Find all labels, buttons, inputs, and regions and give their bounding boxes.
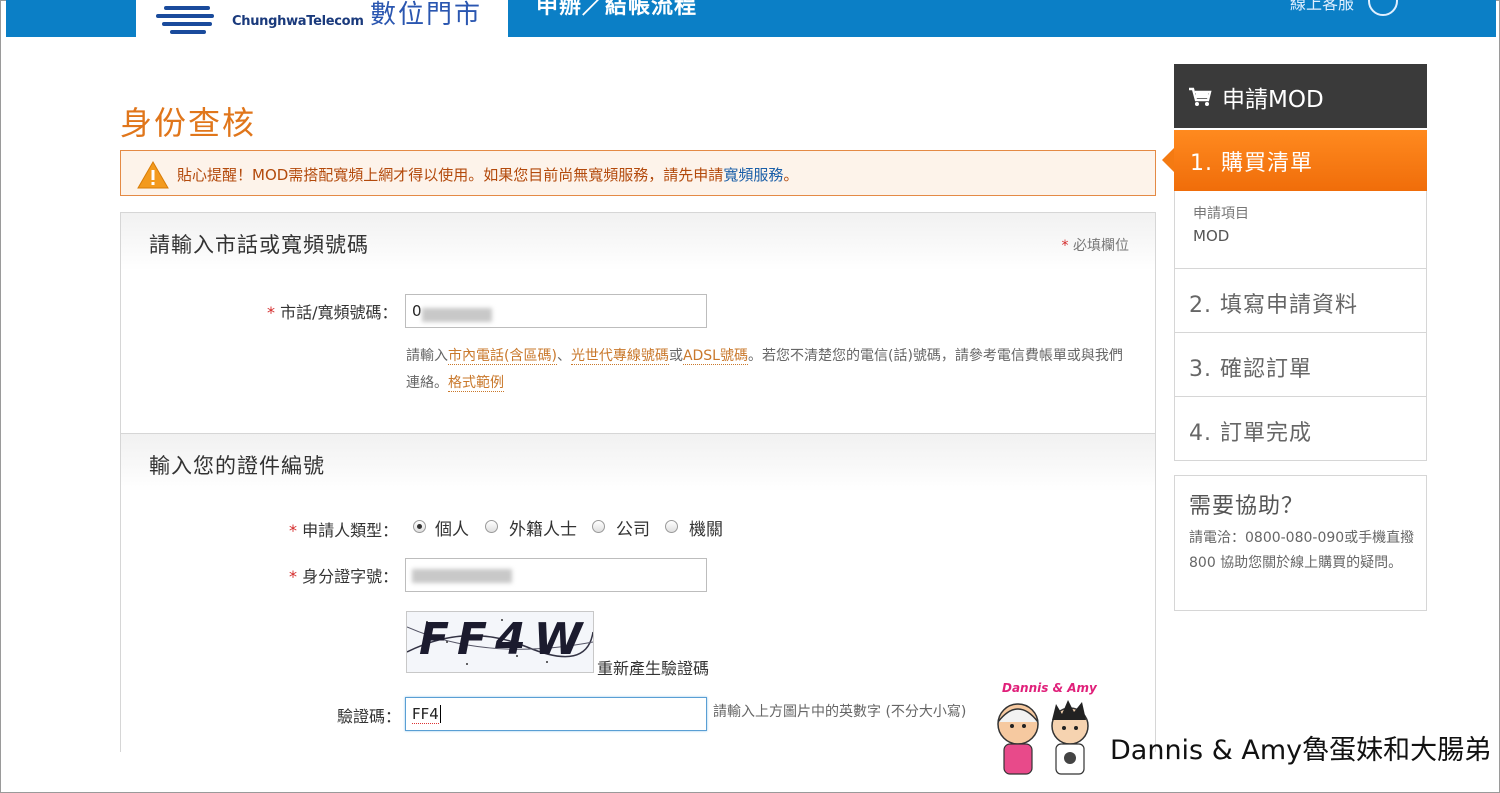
order-item-value: MOD	[1193, 227, 1230, 245]
captcha-label: 驗證碼：	[337, 707, 402, 726]
sidebar-step-4[interactable]: 4. 訂單完成	[1174, 397, 1427, 461]
sidebar-step-2[interactable]: 2. 填寫申請資料	[1174, 269, 1427, 333]
applicant-type-label-text: 申請人類型：	[302, 521, 399, 540]
captcha-hint: 請輸入上方圖片中的英數字 (不分大小寫)	[713, 704, 967, 720]
section-phone-header: 請輸入市話或寬頻號碼 * 必填欄位	[121, 213, 1155, 271]
applicant-type-label: * 申請人類型：	[289, 521, 399, 540]
radio-company[interactable]	[592, 520, 605, 533]
captcha-text: FF4W	[419, 614, 591, 665]
text-cursor	[439, 705, 441, 723]
flow-title: 申辦／結帳流程	[536, 0, 698, 19]
fiber-line-link[interactable]: 光世代專線號碼	[570, 348, 669, 365]
sidebar-order-summary: 申請項目 MOD	[1174, 191, 1427, 269]
sidebar-step-4-label: 4. 訂單完成	[1189, 421, 1312, 446]
id-number-label: * 身分證字號：	[289, 567, 399, 586]
format-example-link[interactable]: 格式範例	[448, 375, 504, 392]
regenerate-captcha-link[interactable]: 重新產生驗證碼	[597, 655, 709, 679]
radio-foreigner-label: 外籍人士	[509, 520, 577, 540]
sidebar-title: 申請MOD	[1222, 87, 1324, 113]
captcha-image: FF4W	[406, 611, 594, 673]
chunghwa-logo-icon	[154, 2, 216, 36]
phone-redacted	[422, 308, 492, 322]
alert-suffix: 。	[783, 166, 799, 184]
phone-input[interactable]: 0	[405, 294, 707, 328]
warning-icon	[137, 161, 169, 189]
help-box: 需要協助？ 請電洽：0800-080-090或手機直撥800 協助您關於線上購買…	[1174, 475, 1427, 611]
radio-individual-label: 個人	[435, 520, 469, 540]
sidebar-step-3[interactable]: 3. 確認訂單	[1174, 333, 1427, 397]
radio-agency[interactable]	[665, 520, 678, 533]
help-title: 需要協助？	[1189, 494, 1305, 519]
sidebar-step-2-label: 2. 填寫申請資料	[1189, 293, 1358, 318]
required-note-text: 必填欄位	[1073, 238, 1129, 254]
shopping-cart-icon	[1189, 87, 1212, 106]
id-number-label-text: 身分證字號：	[302, 567, 399, 586]
logo-store-name: 數位門市	[370, 0, 483, 30]
phone-label: * 市話/寬頻號碼：	[267, 303, 398, 322]
online-service-link[interactable]: 線上客服	[1290, 0, 1354, 14]
logo-english-name: ChunghwaTelecom	[232, 14, 364, 29]
section-id-title: 輸入您的證件編號	[149, 454, 325, 478]
broadband-service-link[interactable]: 寬頻服務	[723, 166, 783, 184]
help-text: 請電洽：0800-080-090或手機直撥800 協助您關於線上購買的疑問。	[1189, 530, 1415, 571]
top-bar: ChunghwaTelecom 數位門市 申辦／結帳流程 線上客服	[6, 0, 1496, 37]
id-number-input[interactable]	[405, 558, 707, 592]
sidebar-step-1[interactable]: 1. 購買清單	[1162, 130, 1427, 191]
phone-label-text: 市話/寬頻號碼：	[280, 303, 398, 322]
broadband-reminder-alert: 貼心提醒！MOD需搭配寬頻上網才得以使用。如果您目前尚無寬頻服務，請先申請寬頻服…	[120, 150, 1156, 196]
captcha-input[interactable]: FF4	[405, 697, 707, 731]
phone-hint-prefix: 請輸入	[406, 348, 448, 364]
order-item-label: 申請項目	[1193, 206, 1249, 222]
alert-text: 貼心提醒！MOD需搭配寬頻上網才得以使用。如果您目前尚無寬頻服務，請先申請	[177, 166, 724, 184]
adsl-link[interactable]: ADSL號碼	[682, 348, 748, 365]
alert-message: 貼心提醒！MOD需搭配寬頻上網才得以使用。如果您目前尚無寬頻服務，請先申請寬頻服…	[177, 164, 798, 185]
id-number-redacted	[412, 569, 512, 583]
local-phone-link[interactable]: 市內電話(含區碼)	[448, 348, 557, 365]
captcha-input-value: FF4	[412, 705, 439, 724]
sidebar-header: 申請MOD	[1174, 64, 1427, 128]
radio-individual[interactable]	[413, 520, 426, 533]
required-note: * 必填欄位	[1061, 238, 1129, 254]
radio-company-label: 公司	[616, 520, 650, 540]
phone-hint-or: 或	[668, 348, 683, 364]
phone-hint: 請輸入市內電話(含區碼)、光世代專線號碼或ADSL號碼。若您不清楚您的電信(話)…	[406, 343, 1126, 397]
radio-foreigner[interactable]	[485, 520, 498, 533]
watermark-text: Dannis & Amy魯蛋妹和大腸弟	[1110, 735, 1492, 766]
sidebar-step-3-label: 3. 確認訂單	[1189, 357, 1312, 382]
section-phone-title: 請輸入市話或寬頻號碼	[149, 233, 369, 257]
phone-hint-sep: 、	[556, 348, 571, 364]
section-id-header: 輸入您的證件編號	[121, 433, 1155, 492]
phone-input-value: 0	[412, 302, 422, 320]
cartoon-mascot-icon	[997, 700, 1089, 775]
page-title: 身份查核	[120, 104, 257, 142]
logo[interactable]: ChunghwaTelecom 數位門市	[136, 0, 508, 37]
identity-form-panel: 請輸入市話或寬頻號碼 * 必填欄位 * 市話/寬頻號碼： 0 請輸入市內電話(含…	[120, 212, 1156, 752]
radio-agency-label: 機關	[689, 520, 723, 540]
user-icon[interactable]	[1368, 0, 1398, 16]
sidebar-step-1-label: 1. 購買清單	[1190, 151, 1313, 176]
